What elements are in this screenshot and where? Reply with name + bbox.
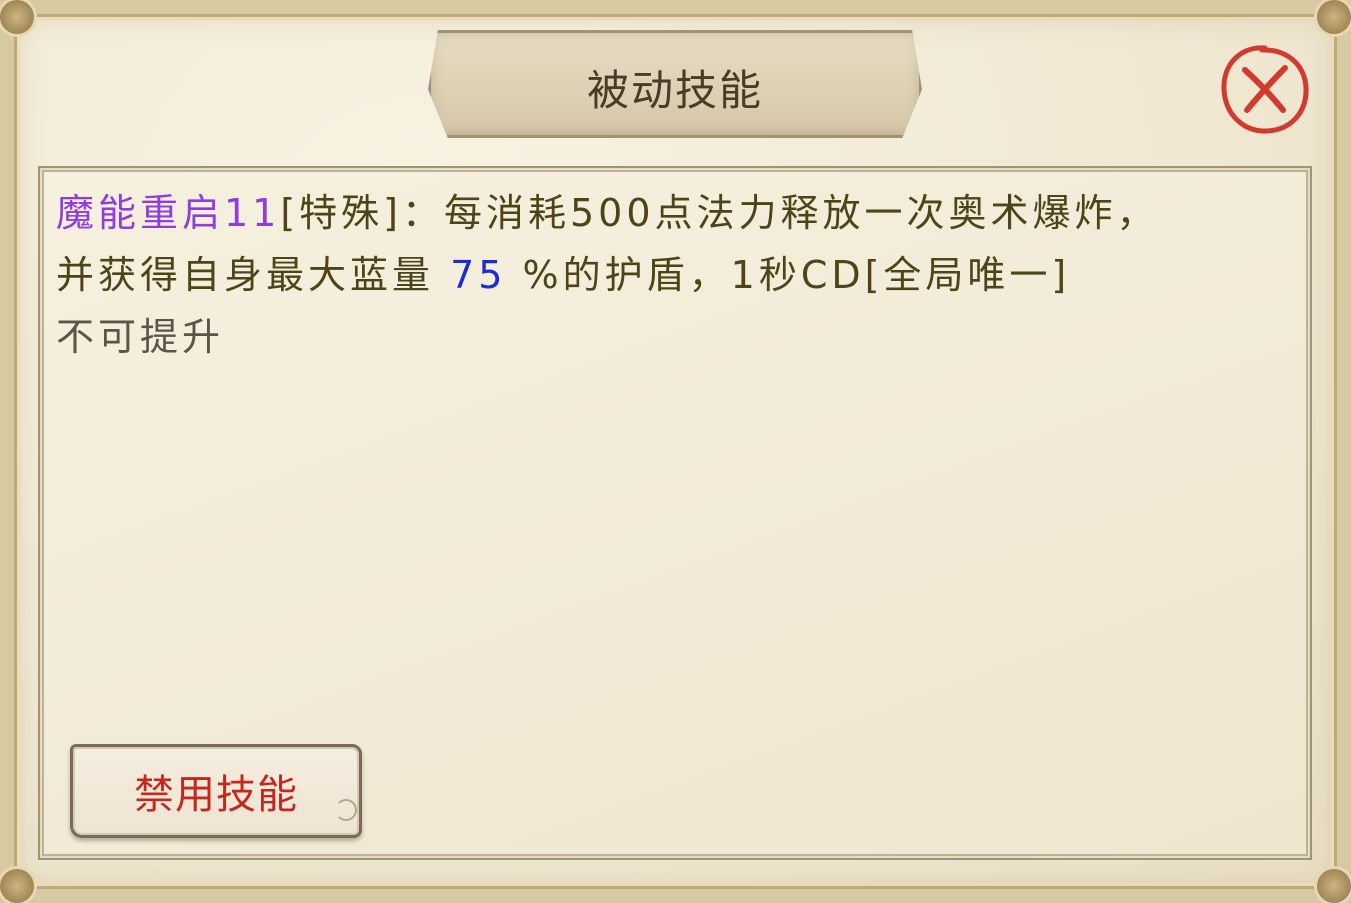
corner-ornament [1317, 869, 1351, 903]
description-line-1: 魔能重启11[特殊]：每消耗500点法力释放一次奥术爆炸， [56, 182, 1286, 244]
close-icon [1221, 45, 1309, 134]
disable-skill-button[interactable]: 禁用技能 [70, 744, 362, 838]
swirl-ornament-icon [335, 799, 357, 821]
shield-value: 75 [450, 253, 507, 297]
disable-skill-label: 禁用技能 [134, 772, 298, 818]
title-banner: 被动技能 [428, 30, 922, 138]
upgrade-status: 不可提升 [56, 315, 225, 359]
shield-text-prefix: 并获得自身最大蓝量 [56, 253, 451, 297]
close-button[interactable] [1215, 40, 1315, 140]
dialog-title: 被动技能 [586, 65, 763, 115]
shield-text-suffix: %的护盾，1秒CD[全局唯一] [506, 253, 1071, 297]
description-line-2: 并获得自身最大蓝量 75 %的护盾，1秒CD[全局唯一] [56, 244, 1286, 306]
corner-ornament [0, 0, 34, 34]
skill-effect-text: [特殊]：每消耗500点法力释放一次奥术爆炸， [280, 191, 1159, 235]
corner-ornament [1317, 0, 1351, 34]
corner-ornament [0, 869, 34, 903]
skill-name: 魔能重启11 [56, 191, 281, 235]
skill-description: 魔能重启11[特殊]：每消耗500点法力释放一次奥术爆炸， 并获得自身最大蓝量 … [56, 182, 1286, 368]
